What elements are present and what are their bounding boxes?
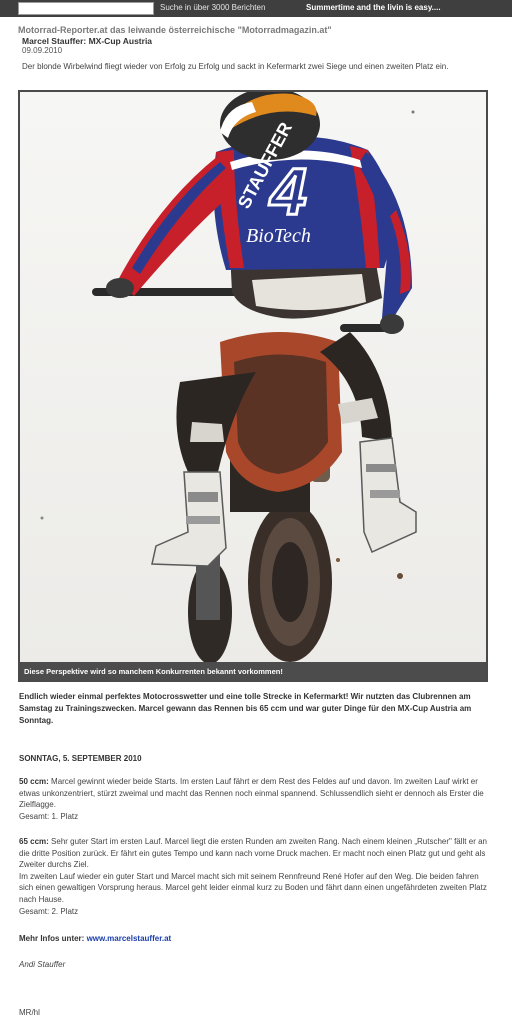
search-input[interactable]	[18, 2, 154, 15]
motocross-rider-photo[interactable]: STAUFFER 4 BioTech	[20, 92, 486, 662]
article-intro: Endlich wieder einmal perfektes Motocros…	[19, 692, 472, 725]
jersey-sponsor: BioTech	[246, 225, 311, 247]
slogan: Summertime and the livin is easy....	[306, 3, 441, 12]
race-text: Marcel gewinnt wieder beide Starts. Im e…	[19, 777, 484, 810]
website-link[interactable]: www.marcelstauffer.at	[87, 934, 172, 943]
section-date: SONNTAG, 5. SEPTEMBER 2010	[19, 754, 142, 763]
jersey-number: 4	[268, 154, 307, 228]
editor-signature: MR/hl	[19, 1008, 40, 1017]
search-hint: Suche in über 3000 Berichten	[160, 3, 266, 12]
race-report-50ccm: 50 ccm: Marcel gewinnt wieder beide Star…	[19, 776, 491, 822]
motocross-rider-illustration: STAUFFER 4 BioTech	[20, 92, 486, 662]
race-total: Gesamt: 2. Platz	[19, 906, 79, 916]
author-name: Andi Stauffer	[19, 960, 66, 969]
race-text: Im zweiten Lauf wieder ein guter Start u…	[19, 871, 487, 904]
race-report-65ccm: 65 ccm: Sehr guter Start im ersten Lauf.…	[19, 836, 491, 917]
race-class-label: 50 ccm:	[19, 777, 49, 786]
top-bar: Suche in über 3000 Berichten Summertime …	[0, 0, 512, 17]
site-title[interactable]: Motorrad-Reporter.at das leiwande österr…	[18, 25, 332, 35]
more-info-label: Mehr Infos unter:	[19, 934, 85, 943]
article-lead: Der blonde Wirbelwind fliegt wieder von …	[22, 62, 449, 71]
more-info: Mehr Infos unter: www.marcelstauffer.at	[19, 934, 171, 943]
race-text: Sehr guter Start im ersten Lauf. Marcel …	[19, 837, 487, 870]
article-date: 09.09.2010	[22, 46, 63, 55]
race-class-label: 65 ccm:	[19, 837, 49, 846]
article-photo-frame: STAUFFER 4 BioTech Diese Perspektive wir…	[18, 90, 488, 682]
article-title: Marcel Stauffer: MX-Cup Austria	[22, 36, 153, 46]
photo-caption: Diese Perspektive wird so manchem Konkur…	[20, 662, 486, 680]
race-total: Gesamt: 1. Platz	[19, 811, 79, 821]
